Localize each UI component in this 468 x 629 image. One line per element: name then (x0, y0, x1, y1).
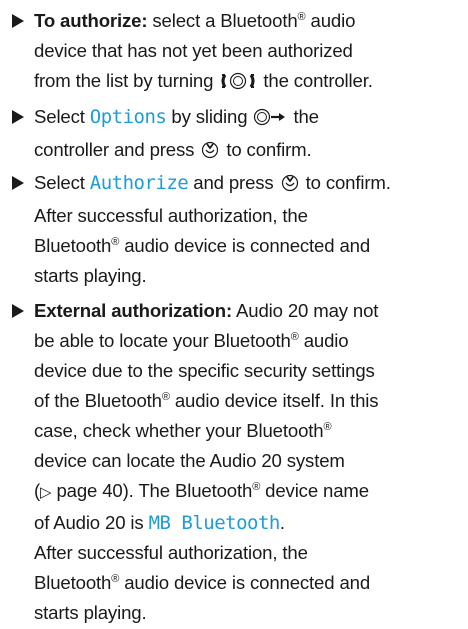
display-text-options: Options (89, 106, 167, 128)
bullet-arrow-icon (12, 304, 24, 318)
step-text: from the list by turning (34, 70, 219, 91)
step-to-authorize: To authorize: select a Bluetooth® audio … (12, 6, 464, 99)
step-line: After successful authorization, the (34, 205, 308, 226)
step-line: case, check whether your Bluetooth® (34, 416, 464, 446)
step-heading: To authorize: (34, 10, 148, 31)
page-reference-arrow-icon: ▷ (40, 484, 52, 501)
registered-mark: ® (161, 391, 170, 403)
bullet-arrow-icon (12, 110, 24, 124)
controller-slide-icon (253, 105, 287, 135)
step-line: device that has not yet been authorized (34, 40, 353, 61)
manual-page: To authorize: select a Bluetooth® audio … (0, 0, 468, 629)
step-line: starts playing. (34, 602, 147, 623)
step-text: of Audio 20 is (34, 512, 149, 533)
registered-mark: ® (252, 481, 261, 493)
step-line: device due to the specific security sett… (34, 360, 375, 381)
controller-press-icon (280, 171, 300, 201)
step-text: . (279, 512, 285, 533)
step-text: audio (298, 330, 349, 351)
controller-turn-icon (219, 69, 257, 99)
step-heading: External authorization: (34, 300, 233, 321)
step-line: of Audio 20 is MB Bluetooth. (34, 508, 464, 538)
step-select-options: Select Options by sliding the controller… (12, 102, 464, 168)
step-text: and press (188, 172, 279, 193)
step-line: of the Bluetooth® audio device itself. I… (34, 386, 464, 416)
step-text: audio device is connected and (119, 235, 371, 256)
step-line: Select Authorize and press to confirm. (34, 168, 464, 201)
step-line: starts playing. (34, 265, 147, 286)
step-text: to confirm. (300, 172, 391, 193)
step-external-authorization: External authorization: Audio 20 may not… (12, 296, 464, 628)
bullet-arrow-icon (12, 14, 24, 28)
step-line: After successful authorization, the (34, 542, 308, 563)
step-text: audio (305, 10, 356, 31)
step-line: controller and press to confirm. (34, 135, 464, 168)
bullet-arrow-icon (12, 176, 24, 190)
step-text: case, check whether your Bluetooth (34, 420, 324, 441)
controller-press-icon (200, 138, 220, 168)
step-text: to confirm. (221, 139, 312, 160)
step-text: device name (260, 480, 369, 501)
step-text: audio device itself. In this (169, 390, 379, 411)
display-text-authorize: Authorize (89, 172, 189, 194)
step-text: be able to locate your Bluetooth (34, 330, 291, 351)
step-text: Select (34, 106, 90, 127)
step-text: the controller. (258, 70, 373, 91)
step-line: Bluetooth® audio device is connected and (34, 231, 464, 261)
page-reference-text: page 40). The Bluetooth (51, 480, 253, 501)
step-text: by sliding (166, 106, 253, 127)
step-line: Bluetooth® audio device is connected and (34, 568, 464, 598)
step-line: To authorize: select a Bluetooth® audio (34, 6, 464, 36)
registered-mark: ® (111, 236, 120, 248)
step-text: of the Bluetooth (34, 390, 162, 411)
display-text-device-name: MB Bluetooth (148, 512, 281, 534)
step-text: Select (34, 172, 90, 193)
step-select-authorize: Select Authorize and press to confirm. A… (12, 168, 464, 291)
step-line: be able to locate your Bluetooth® audio (34, 326, 464, 356)
registered-mark: ® (290, 331, 299, 343)
registered-mark: ® (111, 573, 120, 585)
step-text: audio device is connected and (119, 572, 371, 593)
step-text: select a Bluetooth (147, 10, 298, 31)
registered-mark: ® (297, 11, 306, 23)
step-line: External authorization: Audio 20 may not (34, 296, 464, 326)
registered-mark: ® (323, 421, 332, 433)
step-line: (▷ page 40). The Bluetooth® device name (34, 476, 464, 508)
step-line: device can locate the Audio 20 system (34, 450, 345, 471)
step-text: Audio 20 may not (232, 300, 379, 321)
step-text: controller and press (34, 139, 200, 160)
step-text: Bluetooth (34, 572, 112, 593)
step-text: the (288, 106, 319, 127)
step-line: from the list by turning the controller. (34, 66, 464, 99)
step-text: Bluetooth (34, 235, 112, 256)
step-line: Select Options by sliding the (34, 102, 464, 135)
